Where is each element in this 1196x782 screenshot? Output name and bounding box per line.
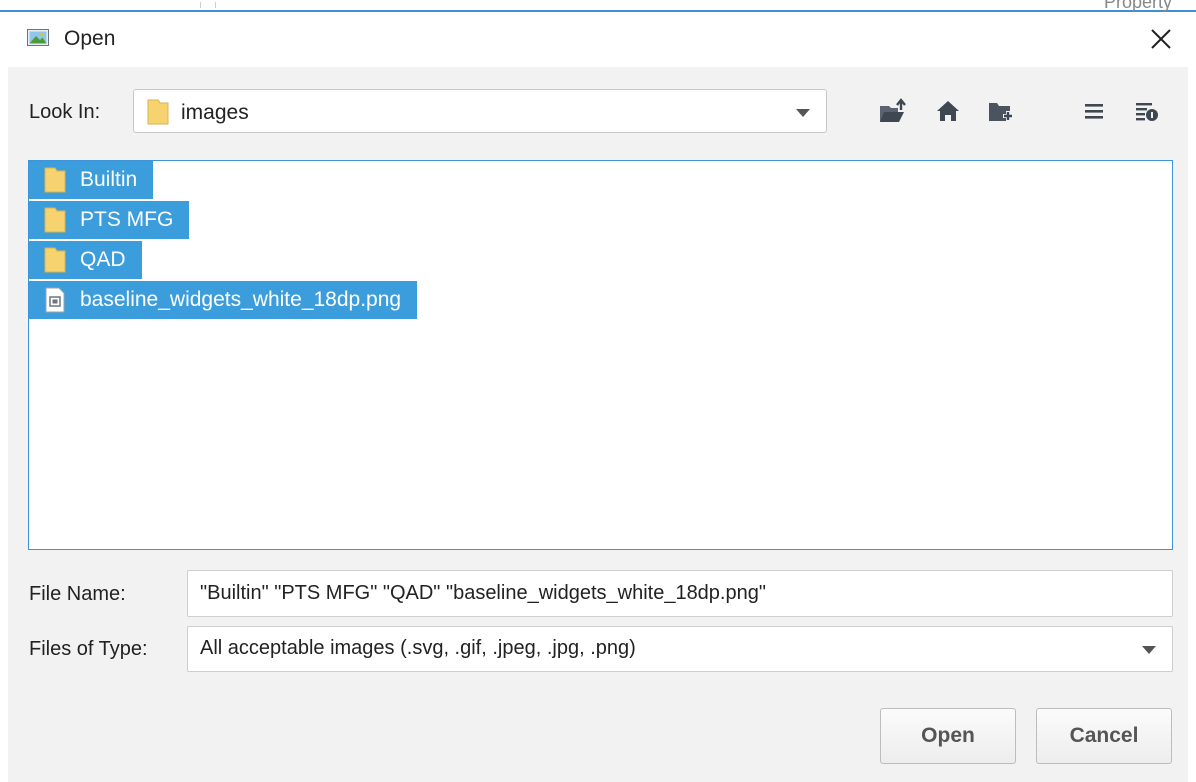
folder-icon [44,207,66,233]
look-in-combo[interactable]: images [133,89,827,133]
background-window-strip: Property [0,0,1196,12]
chevron-down-icon[interactable] [1142,646,1156,654]
close-icon [1151,29,1171,49]
home-icon[interactable] [933,98,963,124]
files-of-type-combo[interactable]: All acceptable images (.svg, .gif, .jpeg… [187,626,1173,672]
list-view-icon[interactable] [1080,98,1110,124]
image-icon [27,29,49,46]
folder-icon [147,99,169,125]
file-name-input[interactable] [187,570,1173,617]
up-one-level-icon[interactable] [878,98,908,124]
files-of-type-value: All acceptable images (.svg, .gif, .jpeg… [200,637,636,659]
details-view-icon[interactable] [1132,98,1162,124]
open-button[interactable]: Open [880,708,1016,764]
list-item-label: PTS MFG [80,208,174,231]
files-of-type-label: Files of Type: [29,638,148,660]
dialog-title: Open [64,27,116,50]
list-item-qad[interactable]: QAD [29,241,142,279]
list-item-png-file[interactable]: baseline_widgets_white_18dp.png [29,281,418,319]
list-item-label: Builtin [80,168,138,191]
list-item-label: QAD [80,248,126,271]
chevron-down-icon[interactable] [796,109,810,117]
file-list[interactable]: Builtin PTS MFG QAD baseline_widgets_whi… [28,160,1173,550]
dialog-titlebar: Open [0,12,1196,67]
look-in-value: images [181,101,249,124]
open-dialog: Look In: images Builtin PTS MFG QAD base… [8,67,1188,782]
list-item-label: baseline_widgets_white_18dp.png [80,288,402,311]
folder-icon [44,247,66,273]
list-item-builtin[interactable]: Builtin [29,161,154,199]
look-in-label: Look In: [29,101,101,123]
list-item-pts-mfg[interactable]: PTS MFG [29,201,190,239]
cancel-button[interactable]: Cancel [1036,708,1172,764]
background-splitter [200,2,216,8]
new-folder-icon[interactable] [986,98,1016,124]
close-button[interactable] [1144,22,1178,56]
image-file-icon [45,287,65,313]
folder-icon [44,167,66,193]
file-name-label: File Name: [29,583,126,605]
